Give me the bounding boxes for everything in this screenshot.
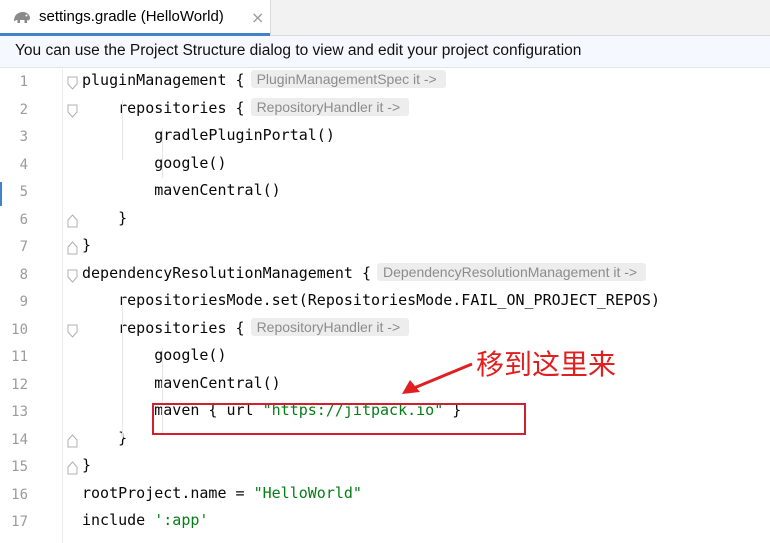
parameter-hint: RepositoryHandler it -> bbox=[250, 317, 410, 336]
line-number: 17 bbox=[11, 514, 28, 530]
parameter-hint: DependencyResolutionManagement it -> bbox=[376, 262, 647, 281]
highlight-box bbox=[152, 403, 526, 435]
parameter-hint: PluginManagementSpec it -> bbox=[250, 70, 446, 88]
code-line[interactable]: } bbox=[82, 209, 127, 227]
gradle-elephant-icon bbox=[14, 12, 30, 23]
code-token: include bbox=[82, 511, 155, 529]
string-literal: "HelloWorld" bbox=[253, 483, 362, 502]
fold-open-icon[interactable] bbox=[67, 104, 78, 118]
code-token: repositoriesMode.set(RepositoriesMode.FA… bbox=[82, 291, 660, 309]
code-line[interactable]: google() bbox=[82, 153, 227, 172]
line-number: 11 bbox=[11, 349, 28, 365]
indent-guide bbox=[162, 128, 163, 178]
editor-tab-bar: settings.gradle (HelloWorld) × bbox=[0, 0, 770, 36]
code-line[interactable]: include ':app' bbox=[82, 511, 208, 529]
code-token: gradlePluginPortal() bbox=[82, 126, 335, 144]
line-number: 7 bbox=[19, 239, 28, 255]
line-number: 14 bbox=[11, 431, 28, 448]
code-line[interactable]: repositories { RepositoryHandler it -> bbox=[82, 97, 410, 117]
fold-close-icon[interactable] bbox=[67, 433, 78, 448]
code-line[interactable]: mavenCentral() bbox=[82, 181, 281, 199]
code-token: google() bbox=[82, 346, 227, 364]
string-literal: ':app' bbox=[154, 511, 209, 529]
code-line[interactable]: pluginManagement { PluginManagementSpec i… bbox=[82, 70, 446, 89]
code-line[interactable]: } bbox=[82, 236, 91, 254]
code-token: } bbox=[82, 208, 128, 227]
code-token: } bbox=[82, 456, 92, 474]
gutter-separator bbox=[62, 69, 63, 543]
line-number: 12 bbox=[11, 376, 28, 393]
annotation-text: 移到这里来 bbox=[476, 348, 617, 381]
fold-open-icon[interactable] bbox=[67, 76, 78, 90]
line-number: 4 bbox=[19, 156, 28, 173]
code-line[interactable]: google() bbox=[82, 346, 227, 364]
code-token: repositories { bbox=[82, 98, 245, 117]
line-number: 15 bbox=[11, 459, 28, 475]
code-line[interactable]: } bbox=[82, 456, 91, 474]
code-line[interactable]: } bbox=[82, 429, 127, 447]
fold-open-icon[interactable] bbox=[67, 269, 78, 283]
fold-close-icon[interactable] bbox=[67, 213, 78, 228]
line-number: 16 bbox=[11, 486, 28, 503]
fold-close-icon[interactable] bbox=[67, 461, 78, 475]
line-number: 6 bbox=[19, 211, 28, 228]
parameter-hint: RepositoryHandler it -> bbox=[250, 97, 410, 116]
project-structure-notice: You can use the Project Structure dialog… bbox=[0, 36, 770, 68]
indent-guide bbox=[122, 298, 123, 438]
notice-text: You can use the Project Structure dialog… bbox=[15, 42, 582, 59]
code-line[interactable]: repositoriesMode.set(RepositoriesMode.FA… bbox=[82, 291, 660, 309]
code-line[interactable]: gradlePluginPortal() bbox=[82, 126, 335, 144]
tab-settings-gradle[interactable]: settings.gradle (HelloWorld) × bbox=[0, 0, 271, 36]
line-number: 10 bbox=[11, 321, 28, 338]
code-token: } bbox=[82, 236, 92, 254]
code-token: dependencyResolutionManagement { bbox=[82, 263, 371, 282]
code-token: mavenCentral() bbox=[82, 373, 281, 392]
code-line[interactable]: mavenCentral() bbox=[82, 373, 281, 392]
code-token: rootProject.name = bbox=[82, 483, 254, 502]
fold-open-icon[interactable] bbox=[67, 324, 78, 338]
code-token: google() bbox=[82, 153, 227, 172]
code-line[interactable]: rootProject.name = "HelloWorld" bbox=[82, 484, 362, 502]
fold-close-icon[interactable] bbox=[67, 241, 78, 255]
code-token: mavenCentral() bbox=[82, 181, 281, 199]
line-number: 9 bbox=[19, 294, 28, 310]
tab-title: settings.gradle (HelloWorld) bbox=[39, 8, 224, 25]
line-number: 8 bbox=[19, 266, 28, 283]
line-number: 5 bbox=[19, 184, 28, 200]
code-token: } bbox=[82, 428, 128, 447]
code-line[interactable]: dependencyResolutionManagement { Dependen… bbox=[82, 262, 647, 282]
line-number: 13 bbox=[11, 404, 28, 420]
code-token: repositories { bbox=[82, 318, 245, 337]
arrow-annotation bbox=[402, 362, 473, 394]
line-number: 2 bbox=[19, 101, 28, 118]
line-number: 1 bbox=[19, 74, 28, 90]
code-token: pluginManagement { bbox=[82, 71, 245, 89]
line-number: 3 bbox=[19, 129, 28, 145]
code-line[interactable]: repositories { RepositoryHandler it -> bbox=[82, 317, 410, 337]
tab-close-icon[interactable]: × bbox=[251, 8, 264, 27]
indent-guide bbox=[122, 100, 123, 160]
